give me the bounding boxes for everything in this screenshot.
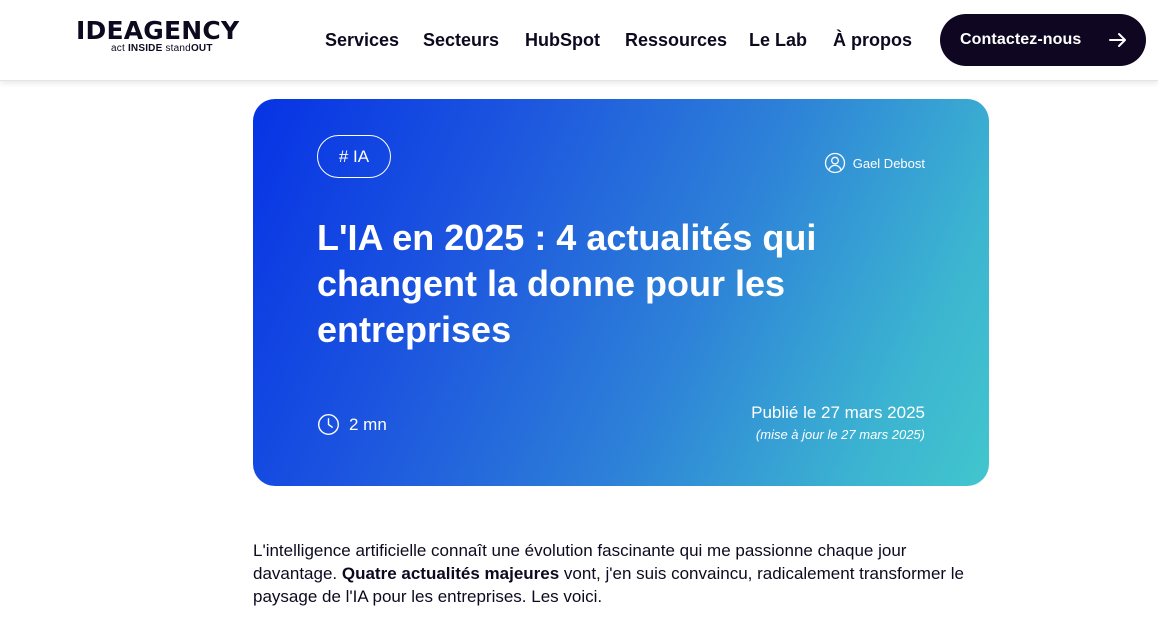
logo-tag-inside: INSIDE [127, 43, 163, 54]
nav-item-a-propos[interactable]: À propos [833, 29, 912, 51]
logo-tag-out: OUT [190, 43, 213, 54]
clock-icon [317, 413, 340, 436]
logo-tag-act: act [111, 43, 125, 54]
article-title: L'IA en 2025 : 4 actualités qui changent… [317, 217, 817, 350]
nav-item-secteurs[interactable]: Secteurs [423, 29, 499, 51]
author-link[interactable]: Gael Debost [824, 152, 925, 174]
article-intro: L'intelligence artificielle connaît une … [253, 539, 993, 608]
read-time: 2 mn [317, 413, 387, 436]
read-time-value: 2 mn [349, 414, 387, 434]
user-circle-icon [824, 152, 845, 174]
article-hero-card: # IA Gael Debost L'IA en 2025 : 4 actual… [253, 99, 989, 486]
published-date: Publié le 27 mars 2025 [751, 403, 925, 422]
logo-wordmark: IDEAGENCY [76, 16, 240, 45]
updated-date: (mise à jour le 27 mars 2025) [755, 427, 925, 442]
nav-item-services[interactable]: Services [325, 29, 399, 51]
publication-info: Publié le 27 mars 2025 (mise à jour le 2… [751, 402, 925, 444]
author-name: Gael Debost [852, 155, 925, 171]
arrow-right-icon [1109, 33, 1126, 47]
nav-item-le-lab[interactable]: Le Lab [749, 29, 807, 51]
contact-button[interactable]: Contactez-nous [940, 14, 1146, 66]
site-header: IDEAGENCY act INSIDE standOUT Services S… [0, 0, 1158, 81]
nav-item-hubspot[interactable]: HubSpot [525, 29, 600, 51]
ideagency-logo[interactable]: IDEAGENCY act INSIDE standOUT [76, 16, 240, 58]
contact-button-label: Contactez-nous [960, 31, 1082, 48]
logo-tagline: act INSIDE standOUT [111, 43, 213, 54]
intro-highlight: Quatre actualités majeures [341, 564, 560, 583]
nav-item-ressources[interactable]: Ressources [625, 29, 727, 51]
logo-tag-stand: stand [165, 43, 191, 54]
category-tag[interactable]: # IA [317, 135, 391, 178]
